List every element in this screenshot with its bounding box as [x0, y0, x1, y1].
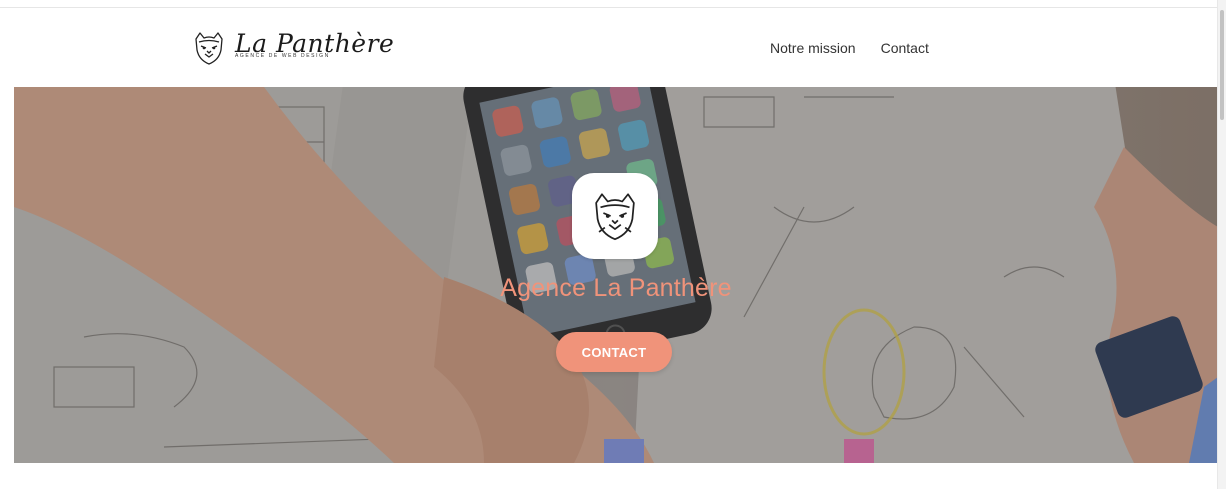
- page-scrollbar[interactable]: [1217, 0, 1226, 489]
- top-divider: [0, 7, 1218, 8]
- hero-banner: Agence La Panthère CONTACT: [14, 87, 1218, 463]
- panther-head-icon: [195, 32, 223, 65]
- panther-head-icon: [595, 193, 635, 241]
- contact-button[interactable]: CONTACT: [556, 332, 672, 372]
- page: La Panthère AGENCE DE WEB DESIGN Notre m…: [0, 0, 1226, 489]
- hero-logo-badge: [572, 173, 658, 259]
- main-nav: Notre mission Contact: [770, 40, 929, 56]
- brand-logo[interactable]: La Panthère AGENCE DE WEB DESIGN: [189, 28, 394, 68]
- nav-link-contact[interactable]: Contact: [881, 40, 929, 56]
- nav-link-notre-mission[interactable]: Notre mission: [770, 40, 856, 56]
- hero-title: Agence La Panthère: [500, 274, 732, 302]
- scrollbar-thumb[interactable]: [1220, 10, 1224, 120]
- brand-tagline: AGENCE DE WEB DESIGN: [235, 53, 330, 59]
- brand-text: La Panthère AGENCE DE WEB DESIGN: [235, 28, 394, 68]
